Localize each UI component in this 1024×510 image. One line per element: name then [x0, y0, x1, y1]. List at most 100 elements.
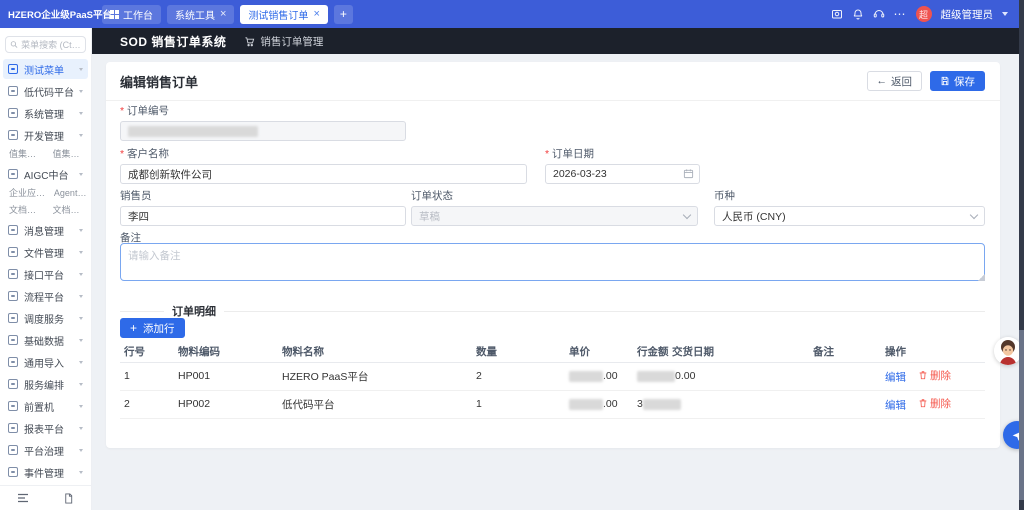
sidebar-item-14[interactable]: 报表平台: [3, 418, 88, 438]
support-icon[interactable]: [873, 8, 885, 20]
menu-search-input[interactable]: 菜单搜索 (Ctrl+/): [5, 36, 86, 53]
sidebar-subitem[interactable]: 值集配置: [9, 147, 45, 160]
sidebar-item-7[interactable]: 接口平台: [3, 264, 88, 284]
add-tab-button[interactable]: +: [333, 4, 353, 24]
section-divider: 订单明细: [120, 303, 985, 319]
sidebar-item-9[interactable]: 调度服务: [3, 308, 88, 328]
sidebar-item-11[interactable]: 通用导入: [3, 352, 88, 372]
sidebar-item-3[interactable]: 开发管理: [3, 125, 88, 145]
back-button[interactable]: ← 返回: [866, 71, 922, 91]
sidebar-item-8[interactable]: 流程平台: [3, 286, 88, 306]
menu-icon: [8, 247, 18, 257]
sidebar-item-label: 消息管理: [24, 226, 64, 238]
sidebar-item-label: 测试菜单: [24, 65, 64, 77]
sidebar-item-12[interactable]: 服务编排: [3, 374, 88, 394]
menu-title: 销售订单管理: [260, 35, 324, 48]
topbar-actions: ⋯ 超 超级管理员: [831, 6, 1017, 22]
sidebar-item-16[interactable]: 事件管理: [3, 462, 88, 482]
save-button[interactable]: 保存: [930, 71, 985, 91]
collapse-icon[interactable]: [17, 493, 29, 504]
amount-prefix: 3: [637, 398, 643, 410]
cell-unit-price: .00: [565, 362, 633, 391]
brand-title: HZERO企业级PaaS平台: [8, 10, 112, 21]
document-icon[interactable]: [63, 493, 74, 504]
sidebar-item-label: 服务编排: [24, 380, 64, 392]
sidebar-item-label: 流程平台: [24, 292, 64, 304]
sidebar-item-label: 文件管理: [24, 248, 64, 260]
sidebar-subitem[interactable]: 值集视图: [53, 147, 89, 160]
add-row-button[interactable]: + 添加行: [120, 318, 185, 338]
edit-link[interactable]: 编辑: [885, 371, 906, 383]
trash-icon: [918, 370, 928, 380]
chevron-down-icon[interactable]: [1002, 12, 1008, 16]
sidebar-item-label: 前置机: [24, 402, 54, 414]
username[interactable]: 超级管理员: [941, 7, 994, 22]
menu-icon: [8, 467, 18, 477]
sidebar-subrow: 企业应用库 Agent管理: [3, 186, 88, 203]
cell-quantity: 2: [472, 362, 565, 391]
chevron-down-icon: [79, 470, 83, 474]
assistant-avatar[interactable]: [994, 337, 1022, 365]
chevron-down-icon: [79, 228, 83, 232]
sidebar-item-2[interactable]: 系统管理: [3, 103, 88, 123]
cell-material-name: HZERO PaaS平台: [278, 362, 472, 391]
delete-link[interactable]: 删除: [918, 396, 951, 411]
sidebar-item-6[interactable]: 文件管理: [3, 242, 88, 262]
menu-icon: [8, 86, 18, 96]
sidebar-item-15[interactable]: 平台治理: [3, 440, 88, 460]
sidebar-subitem[interactable]: Agent管理: [54, 186, 88, 199]
section-title: 订单明细: [172, 306, 216, 318]
column-header: 物料名称: [278, 342, 472, 363]
tab-label: 测试销售订单: [248, 10, 309, 22]
tab-bar: 工作台 系统工具 × 测试销售订单 × +: [102, 4, 353, 24]
order-form-card: 编辑销售订单 ← 返回 保存 * 订单编号 * 客户名称 成都创新软件公司 * …: [106, 62, 1000, 448]
sidebar-item-13[interactable]: 前置机: [3, 396, 88, 416]
order-no-field: [120, 121, 406, 141]
salesman-field[interactable]: [120, 206, 406, 226]
sidebar-item-label: 低代码平台: [24, 87, 74, 99]
tab-0[interactable]: 工作台: [102, 4, 161, 24]
currency-select[interactable]: 人民币 (CNY): [714, 206, 985, 226]
main: SOD 销售订单系统 销售订单管理 编辑销售订单 ← 返回 保存 * 订单编号 …: [92, 28, 1024, 510]
amount-suffix: .00: [603, 370, 618, 382]
chevron-down-icon: [79, 250, 83, 254]
customer-field[interactable]: [120, 164, 527, 184]
menu-icon: [8, 313, 18, 323]
delete-link[interactable]: 删除: [918, 368, 951, 383]
order-no-label: 订单编号: [120, 103, 406, 118]
edit-link[interactable]: 编辑: [885, 399, 906, 411]
tab-1[interactable]: 系统工具 ×: [167, 4, 235, 24]
column-header: 数量: [472, 342, 565, 363]
sidebar-subitem[interactable]: 企业应用库: [9, 186, 46, 199]
camera-icon[interactable]: [831, 8, 843, 20]
avatar[interactable]: 超: [915, 6, 932, 22]
sidebar-subitem[interactable]: 文档关键词: [53, 203, 89, 216]
sidebar-item-4[interactable]: AIGC中台: [3, 164, 88, 184]
tab-2[interactable]: 测试销售订单 ×: [240, 4, 328, 24]
system-title: SOD 销售订单系统: [120, 34, 227, 49]
sidebar-item-10[interactable]: 基础数据: [3, 330, 88, 350]
table-header-row: 行号 物料编码 物料名称 数量 单价 行金额 交货日期 备注 操作: [120, 342, 985, 363]
sidebar-item-1[interactable]: 低代码平台: [3, 81, 88, 101]
cell-material-name: 低代码平台: [278, 390, 472, 419]
chevron-down-icon: [79, 172, 83, 176]
tab-close-icon[interactable]: ×: [313, 8, 319, 20]
amount-suffix: .00: [603, 398, 618, 410]
amount-suffix: 0.00: [675, 370, 696, 382]
sidebar-item-label: AIGC中台: [24, 170, 69, 182]
order-date-field[interactable]: [545, 164, 700, 184]
cell-line-no: 2: [120, 390, 174, 419]
remark-field[interactable]: [120, 243, 985, 281]
breadcrumb: 销售订单管理: [244, 34, 323, 49]
sidebar-item-5[interactable]: 消息管理: [3, 220, 88, 240]
sidebar-subitem[interactable]: 文档库管理: [9, 203, 45, 216]
bell-icon[interactable]: [852, 8, 864, 20]
sidebar-item-0[interactable]: 测试菜单: [3, 59, 88, 79]
chevron-down-icon: [79, 426, 83, 430]
tab-close-icon[interactable]: ×: [220, 8, 226, 20]
calendar-icon[interactable]: [683, 168, 694, 182]
more-icon[interactable]: ⋯: [894, 8, 907, 20]
sidebar-footer: [0, 485, 91, 504]
scrollbar-thumb[interactable]: [1019, 330, 1024, 500]
cell-material-code: HP002: [174, 390, 278, 419]
